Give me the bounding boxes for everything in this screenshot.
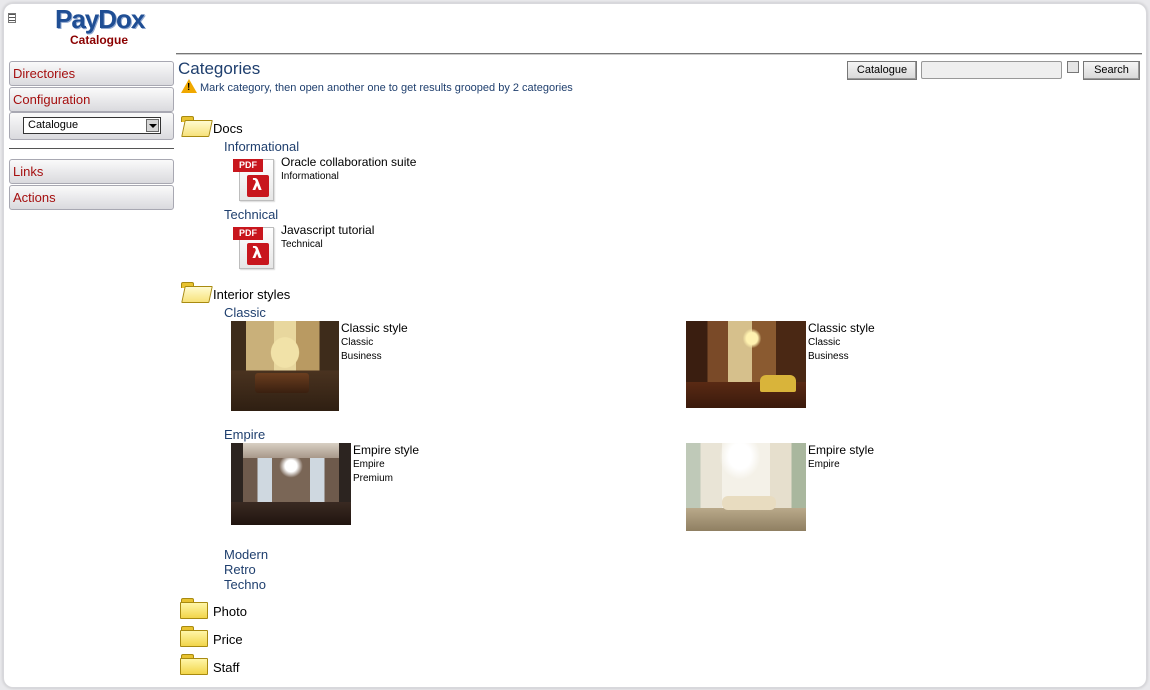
acrobat-logo-icon (247, 243, 269, 265)
folder-icon[interactable] (180, 598, 208, 619)
subcategory-retro[interactable]: Retro (224, 562, 256, 577)
logo-subtitle: Catalogue (69, 33, 128, 47)
pdf-tag: PDF (233, 159, 263, 172)
item-meta: Premium (353, 473, 394, 484)
category-docs[interactable]: Docs (213, 121, 243, 136)
thumbnail-image[interactable] (686, 443, 806, 531)
thumbnail-image[interactable] (686, 321, 806, 408)
subcategory-techno[interactable]: Techno (224, 577, 266, 592)
header-divider (176, 53, 1142, 55)
pdf-icon[interactable]: PDF (233, 157, 277, 201)
folder-icon[interactable] (180, 626, 208, 647)
sidebar-actions-button[interactable]: Actions (9, 185, 174, 210)
category-photo[interactable]: Photo (213, 604, 247, 619)
catalogue-select-value: Catalogue (28, 119, 79, 131)
category-interior-styles[interactable]: Interior styles (213, 287, 290, 302)
app-frame (3, 3, 1147, 688)
item-title[interactable]: Classic style (808, 321, 875, 335)
hint-text: Mark category, then open another one to … (200, 82, 573, 94)
item-title[interactable]: Empire style (808, 443, 874, 457)
logo-title: PayDox (55, 4, 145, 34)
item-title[interactable]: Oracle collaboration suite (281, 155, 416, 169)
item-title[interactable]: Classic style (341, 321, 408, 335)
subcategory-empire[interactable]: Empire (224, 427, 265, 442)
menu-toggle-icon[interactable] (8, 13, 16, 23)
item-meta: Classic (341, 337, 374, 348)
sidebar-links-button[interactable]: Links (9, 159, 174, 184)
item-title[interactable]: Javascript tutorial (281, 223, 374, 237)
subcategory-classic[interactable]: Classic (224, 305, 266, 320)
pdf-tag: PDF (233, 227, 263, 240)
sidebar-configuration-button[interactable]: Configuration (9, 87, 174, 112)
chevron-down-icon[interactable] (146, 119, 159, 132)
folder-open-icon[interactable] (180, 282, 208, 302)
page-title: Categories (178, 59, 261, 78)
subcategory-technical[interactable]: Technical (224, 207, 278, 222)
folder-icon[interactable] (180, 654, 208, 675)
search-button[interactable]: Search (1083, 61, 1140, 80)
item-meta: Technical (281, 239, 323, 250)
search-input[interactable] (921, 61, 1062, 79)
sidebar-directories-button[interactable]: Directories (9, 61, 174, 86)
item-meta: Business (341, 351, 382, 362)
item-meta: Business (808, 351, 849, 362)
pdf-icon[interactable]: PDF (233, 225, 277, 269)
sidebar-catalogue-panel: Catalogue (9, 112, 174, 140)
item-meta: Empire (353, 459, 385, 470)
subcategory-modern[interactable]: Modern (224, 547, 268, 562)
search-option-checkbox[interactable] (1067, 61, 1079, 73)
thumbnail-image[interactable] (231, 321, 339, 411)
thumbnail-image[interactable] (231, 443, 351, 525)
acrobat-logo-icon (247, 175, 269, 197)
logo[interactable]: PayDox Catalogue (55, 4, 145, 47)
item-meta: Empire (808, 459, 840, 470)
hint-message: Mark category, then open another one to … (181, 79, 573, 96)
category-staff[interactable]: Staff (213, 660, 240, 675)
subcategory-informational[interactable]: Informational (224, 139, 299, 154)
folder-open-icon[interactable] (180, 116, 208, 136)
item-title[interactable]: Empire style (353, 443, 419, 457)
item-meta: Informational (281, 171, 339, 182)
warning-icon (181, 79, 197, 96)
category-price[interactable]: Price (213, 632, 243, 647)
item-meta: Classic (808, 337, 841, 348)
catalogue-button[interactable]: Catalogue (847, 61, 917, 80)
catalogue-select[interactable]: Catalogue (23, 117, 161, 134)
sidebar-divider (9, 148, 174, 149)
